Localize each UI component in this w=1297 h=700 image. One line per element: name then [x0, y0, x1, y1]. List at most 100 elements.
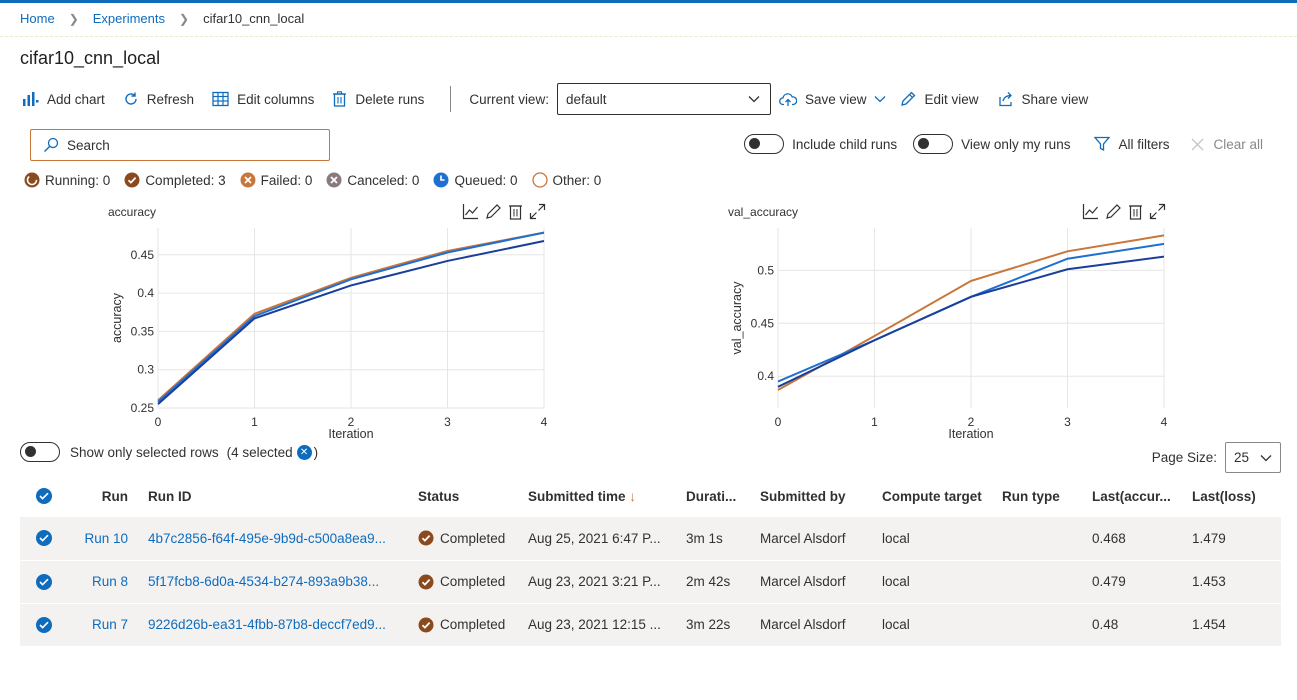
runs-table: Run Run ID Status Submitted time ↓ Durat…	[20, 475, 1281, 647]
current-view-dropdown[interactable]: default	[556, 83, 771, 115]
share-view-button[interactable]: Share view	[997, 91, 1089, 107]
run-id-link[interactable]: 5f17fcb8-6d0a-4534-b274-893a9b38...	[148, 560, 418, 603]
select-all-checkbox[interactable]	[36, 488, 52, 504]
column-header-last-accuracy[interactable]: Last(accur...	[1092, 475, 1192, 517]
x-tick-label: 0	[155, 415, 162, 429]
row-checkbox[interactable]	[36, 616, 52, 633]
edit-columns-label: Edit columns	[237, 91, 315, 107]
run-name-link[interactable]: Run 7	[68, 603, 148, 646]
edit-columns-button[interactable]: Edit columns	[212, 91, 314, 107]
chevron-right-icon: ❯	[68, 11, 79, 26]
status-text: Completed	[440, 530, 506, 546]
bar-chart-icon	[23, 92, 39, 106]
accuracy-chart[interactable]: 0.250.30.350.40.450 1 2 3 4Iterationaccuracy	[100, 222, 570, 444]
run-name-link[interactable]: Run 8	[68, 560, 148, 603]
column-header-duration[interactable]: Durati...	[686, 475, 760, 517]
page-size-dropdown[interactable]: 25	[1225, 442, 1281, 473]
header-divider	[0, 36, 1297, 37]
run-type-cell	[1002, 603, 1092, 646]
toggle-switch[interactable]	[744, 134, 785, 154]
column-header-compute-target[interactable]: Compute target	[882, 475, 1002, 517]
show-only-selected-rows-toggle[interactable]: Show only selected rows (4 selected ✕ )	[20, 442, 318, 462]
column-header-last-loss[interactable]: Last(loss)	[1192, 475, 1281, 517]
delete-runs-button[interactable]: Delete runs	[332, 91, 424, 107]
breadcrumb: Home ❯ Experiments ❯ cifar10_cnn_local	[20, 11, 304, 26]
all-filters-label: All filters	[1118, 136, 1170, 152]
status-other[interactable]: Other: 0	[531, 172, 601, 188]
top-accent-bar	[0, 0, 1297, 3]
column-header-submitted-by[interactable]: Submitted by	[760, 475, 882, 517]
status-queued[interactable]: Queued: 0	[433, 172, 518, 188]
status-cell: Completed	[418, 560, 528, 603]
selected-count: (4 selected	[226, 444, 293, 460]
sort-arrow-down-icon: ↓	[629, 488, 637, 504]
current-view-label: Current view:	[469, 91, 549, 107]
toolbar-divider	[450, 86, 452, 112]
status-canceled[interactable]: Canceled: 0	[326, 172, 419, 188]
y-tick-label: 0.35	[131, 324, 155, 338]
breadcrumb-home[interactable]: Home	[20, 11, 55, 26]
table-row[interactable]: Run 10 4b7c2856-f64f-495e-9b9d-c500a8ea9…	[20, 517, 1281, 560]
add-chart-label: Add chart	[47, 91, 105, 107]
refresh-label: Refresh	[146, 91, 195, 107]
row-checkbox[interactable]	[36, 530, 52, 547]
clear-selection-icon[interactable]: ✕	[296, 444, 312, 460]
all-filters-button[interactable]: All filters	[1094, 136, 1169, 152]
x-tick-label: 4	[1161, 415, 1168, 429]
last-loss-cell: 1.454	[1192, 617, 1226, 632]
toggle-switch[interactable]	[20, 442, 60, 462]
status-text: Completed	[440, 617, 506, 632]
table-row[interactable]: Run 7 9226d26b-ea31-4fbb-87b8-deccf7ed9.…	[20, 603, 1281, 646]
x-tick-label: 3	[1064, 415, 1071, 429]
column-header-status[interactable]: Status	[418, 475, 528, 517]
val-accuracy-chart[interactable]: 0.40.450.50 1 2 3 4Iterationval_accuracy	[720, 222, 1190, 444]
table-row[interactable]: Run 8 5f17fcb8-6d0a-4534-b274-893a9b38..…	[20, 560, 1281, 603]
add-chart-button[interactable]: Add chart	[22, 91, 105, 107]
y-axis-label: val_accuracy	[730, 281, 744, 355]
run-type-cell	[1002, 517, 1092, 560]
column-header-submitted-time[interactable]: Submitted time ↓	[528, 475, 686, 517]
delete-runs-label: Delete runs	[355, 91, 425, 107]
duration-cell: 2m 42s	[686, 574, 731, 589]
clear-all-label: Clear all	[1213, 136, 1263, 152]
submitted-by-cell: Marcel Alsdorf	[760, 574, 846, 589]
search-input[interactable]: Search	[30, 129, 330, 161]
duration-cell: 3m 22s	[686, 617, 731, 632]
breadcrumb-experiments[interactable]: Experiments	[93, 11, 165, 26]
status-running[interactable]: Running: 0	[24, 172, 110, 188]
page-size-label: Page Size:	[1151, 450, 1217, 465]
status-failed[interactable]: Failed: 0	[240, 172, 312, 188]
duration-cell: 3m 1s	[686, 530, 723, 546]
view-only-my-runs-label: View only my runs	[961, 136, 1071, 152]
toggle-switch[interactable]	[913, 134, 954, 154]
status-completed[interactable]: Completed: 3	[124, 172, 226, 188]
run-id-link[interactable]: 9226d26b-ea31-4fbb-87b8-deccf7ed9...	[148, 603, 418, 646]
y-tick-label: 0.4	[757, 369, 774, 383]
column-header-run-type[interactable]: Run type	[1002, 475, 1092, 517]
refresh-button[interactable]: Refresh	[123, 91, 194, 107]
x-axis-label: Iteration	[948, 427, 993, 441]
column-header-run[interactable]: Run	[68, 475, 148, 517]
last-accuracy-cell: 0.48	[1092, 617, 1119, 632]
status-running-label: Running: 0	[45, 172, 111, 188]
include-child-runs-toggle[interactable]: Include child runs	[744, 134, 897, 154]
save-view-button[interactable]: Save view	[779, 92, 887, 107]
run-name-link[interactable]: Run 10	[68, 517, 148, 560]
completed-icon	[418, 617, 434, 632]
share-view-label: Share view	[1021, 91, 1089, 107]
edit-view-button[interactable]: Edit view	[900, 91, 979, 107]
run-id-link[interactable]: 4b7c2856-f64f-495e-9b9d-c500a8ea9...	[148, 517, 418, 560]
x-tick-label: 0	[775, 415, 782, 429]
row-checkbox[interactable]	[36, 573, 52, 590]
toolbar: Add chart Refresh Edit columns Delete ru…	[22, 82, 1106, 116]
submitted-time-cell: Aug 25, 2021 6:47 P...	[528, 530, 661, 546]
column-header-run-id[interactable]: Run ID	[148, 475, 418, 517]
pencil-icon	[901, 91, 916, 106]
view-only-my-runs-toggle[interactable]: View only my runs	[913, 134, 1070, 154]
search-icon	[44, 137, 59, 152]
clear-all-button[interactable]: Clear all	[1191, 137, 1263, 152]
refresh-icon	[125, 92, 137, 105]
status-canceled-label: Canceled: 0	[347, 172, 420, 188]
y-tick-label: 0.25	[131, 401, 155, 415]
chevron-down-icon	[1260, 454, 1272, 461]
